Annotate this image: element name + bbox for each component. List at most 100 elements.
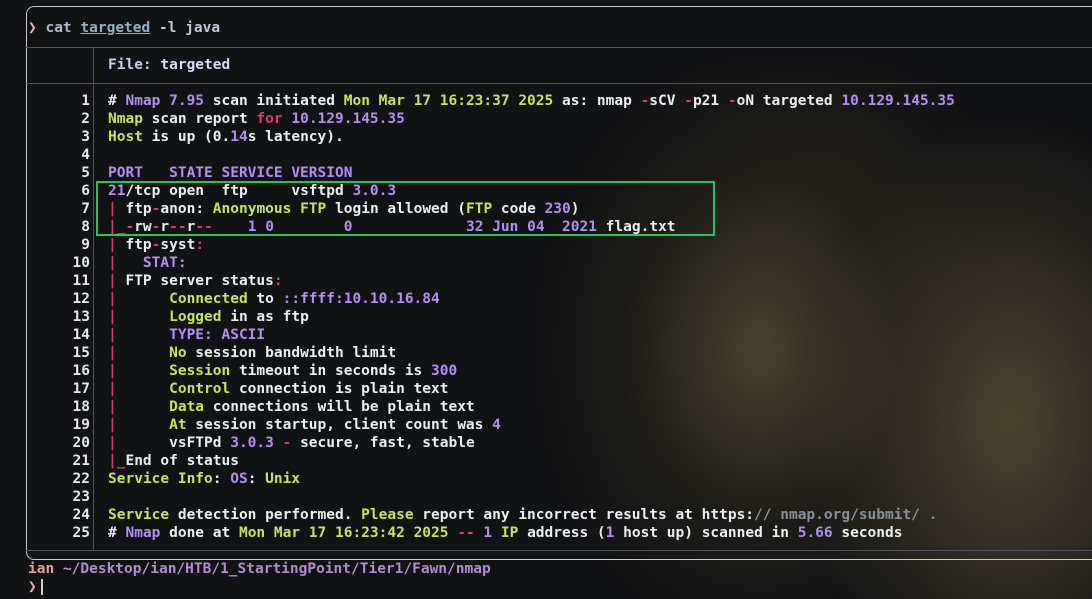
line-number-gutter: 1 2 3 4 5 6 7 8 9 10 11 12 13 14 15 16 17 18 19 20 21 22 23 24 2… [26, 92, 90, 542]
status-user: ian [28, 561, 55, 577]
code-line: | Connected to ::ffff:10.10.16.84 [108, 290, 955, 308]
line-number: 18 [72, 399, 90, 415]
code-token: # [108, 93, 126, 109]
code-token: - [640, 93, 650, 109]
code-token: 14 [230, 129, 248, 145]
code-line: Service Info: OS: Unix [108, 470, 955, 488]
line-number: 10 [72, 255, 90, 271]
code-token: connections will be plain text [204, 399, 475, 415]
line-number: 21 [72, 453, 90, 469]
code-token: as [553, 93, 580, 109]
code-token: At [169, 417, 187, 433]
line-number: 7 [81, 201, 90, 217]
code-token: Mon Mar 17 16:23:42 2025 [238, 525, 449, 541]
code-token: session startup, client count was [186, 417, 493, 433]
code-line: | No session bandwidth limit [108, 344, 955, 362]
code-line: | Data connections will be plain text [108, 398, 955, 416]
line-number: 11 [72, 273, 90, 289]
code-token: Connected [169, 291, 248, 307]
code-token: done at [160, 525, 239, 541]
code-token: | [108, 309, 170, 325]
line-number: 19 [72, 417, 90, 433]
code-token: | [108, 417, 170, 433]
code-token: nmap.org/submit/ . [771, 507, 938, 523]
code-token: Service Info [108, 471, 213, 487]
code-token: detection performed. [169, 507, 362, 523]
highlight-box [96, 181, 715, 236]
input-prompt[interactable]: ❯ [28, 578, 43, 596]
shell-status-line: ian ~/Desktop/ian/HTB/1_StartingPoint/Ti… [28, 560, 491, 578]
code-token: |_ [108, 453, 126, 469]
code-token: 7.95 [160, 93, 205, 109]
line-number: 4 [81, 147, 90, 163]
line-number: 16 [72, 363, 90, 379]
code-token: oN targeted [736, 93, 842, 109]
code-token: // [754, 507, 772, 523]
line-number: 14 [72, 327, 90, 343]
code-line: # Nmap 7.95 scan initiated Mon Mar 17 16… [108, 92, 955, 110]
footer-divider [26, 550, 1092, 551]
code-token: vsFTPd [169, 435, 231, 451]
line-number: 6 [81, 183, 90, 199]
code-token: Session [169, 363, 231, 379]
code-token: in as ftp [221, 309, 309, 325]
status-path: ~/Desktop/ian/HTB/1_StartingPoint/Tier1/… [54, 561, 491, 577]
code-token: p21 [692, 93, 728, 109]
code-line: # Nmap done at Mon Mar 17 16:23:42 2025 … [108, 524, 955, 542]
file-header-name: targeted [160, 57, 231, 73]
code-token: : [273, 273, 283, 289]
line-number: 8 [81, 219, 90, 235]
line-number: 9 [81, 237, 90, 253]
code-token: OS [230, 471, 248, 487]
code-token: STAT: [142, 255, 187, 271]
code-token: FTP server status [125, 273, 274, 289]
header-bottom-divider [26, 83, 1092, 84]
code-token: timeout in seconds is [230, 363, 432, 379]
code-line: Service detection performed. Please repo… [108, 506, 955, 524]
code-token: address ( [518, 525, 606, 541]
line-number: 24 [72, 507, 90, 523]
code-token: | [108, 327, 170, 343]
code-line: | ftp-syst: [108, 236, 955, 254]
code-token: Nmap [108, 111, 143, 127]
header-top-divider [26, 47, 1092, 48]
line-number: 2 [81, 111, 90, 127]
code-line: |_End of status [108, 452, 955, 470]
code-token: Unix [265, 471, 301, 487]
code-token: - [684, 93, 693, 109]
code-line: | At session startup, client count was 4 [108, 416, 955, 434]
code-token: ::ffff:10.10.16.84 [282, 291, 440, 307]
code-token: | [108, 363, 170, 379]
code-token: TYPE: [169, 327, 213, 343]
code-token: | [108, 255, 143, 271]
line-number: 13 [72, 309, 90, 325]
gutter-divider [93, 83, 94, 550]
code-token: host up) scanned in [614, 525, 798, 541]
command-file-link[interactable]: targeted [80, 20, 150, 36]
code-token: connection is plain text [230, 381, 449, 397]
code-token: ASCII [212, 327, 266, 343]
file-header: File: targeted [108, 56, 230, 74]
line-number: 3 [81, 129, 90, 145]
command-name: cat [45, 20, 72, 36]
code-token: report any incorrect results at https: [413, 507, 755, 523]
code-line: | Logged in as ftp [108, 308, 955, 326]
code-token: : nmap [579, 93, 641, 109]
line-number: 17 [72, 381, 90, 397]
code-token: for [256, 111, 283, 127]
code-token: 10.129.145.35 [841, 93, 955, 109]
code-token: | [108, 345, 170, 361]
code-line: | TYPE: ASCII [108, 326, 955, 344]
code-line: | Control connection is plain text [108, 380, 955, 398]
code-token: | [108, 381, 170, 397]
code-token: scan initiated [204, 93, 344, 109]
code-line: | Session timeout in seconds is 300 [108, 362, 955, 380]
code-token: - [727, 93, 737, 109]
file-content[interactable]: # Nmap 7.95 scan initiated Mon Mar 17 16… [108, 92, 955, 542]
code-token: : [247, 471, 266, 487]
code-token: scan report [142, 111, 257, 127]
line-number: 22 [72, 471, 90, 487]
code-token: 300 [431, 363, 458, 379]
code-token: ftp [125, 237, 152, 253]
